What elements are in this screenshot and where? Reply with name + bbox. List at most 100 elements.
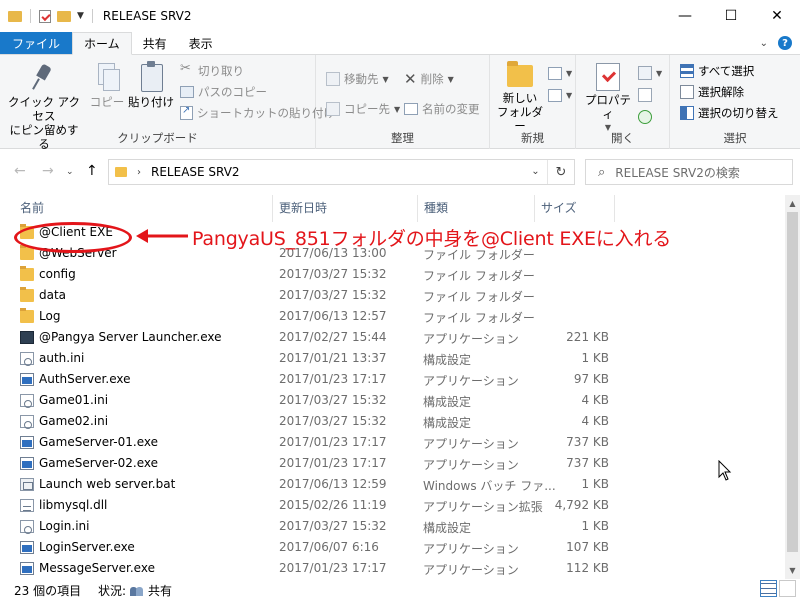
address-dropdown-chevron-icon[interactable]: ⌄ bbox=[524, 160, 548, 184]
details-view-icon[interactable] bbox=[760, 580, 777, 597]
history-button[interactable] bbox=[638, 107, 652, 127]
share-state: 状況: 共有 bbox=[98, 582, 172, 599]
select-none-button[interactable]: 選択解除 bbox=[680, 82, 744, 102]
refresh-icon[interactable]: ↻ bbox=[548, 165, 574, 180]
open-button[interactable]: ▼ bbox=[638, 63, 662, 83]
customize-toolbar-chevron-icon[interactable]: ▼ bbox=[77, 11, 84, 21]
file-type: ファイル フォルダー bbox=[423, 290, 535, 304]
file-size: 4 KB bbox=[581, 414, 609, 428]
minimize-button[interactable]: — bbox=[662, 0, 708, 32]
file-name: MessageServer.exe bbox=[39, 561, 155, 575]
file-row[interactable]: Login.ini 2017/03/27 15:32 構成設定 1 KB bbox=[0, 516, 785, 537]
new-folder-label-line2: フォルダー bbox=[497, 105, 543, 133]
select-all-button[interactable]: すべて選択 bbox=[680, 61, 754, 81]
paste-shortcut-button[interactable]: ショートカットの貼り付け bbox=[180, 103, 335, 123]
copy-to-icon bbox=[326, 102, 340, 116]
state-label: 状況: bbox=[98, 584, 127, 598]
properties-button[interactable]: プロパティ ▼ bbox=[580, 57, 636, 135]
up-arrow-icon[interactable]: ↑ bbox=[86, 163, 98, 179]
file-size: 737 KB bbox=[566, 435, 609, 449]
copy-path-icon bbox=[180, 86, 194, 98]
address-bar[interactable]: › RELEASE SRV2 ⌄ ↻ bbox=[108, 159, 575, 185]
file-name: Game02.ini bbox=[39, 414, 109, 428]
open-group: プロパティ ▼ ▼ 開く bbox=[576, 55, 670, 149]
column-header-name[interactable]: 名前 bbox=[14, 195, 273, 222]
search-input[interactable]: RELEASE SRV2の検索 bbox=[615, 164, 740, 181]
breadcrumb-chevron-icon[interactable]: › bbox=[137, 167, 141, 178]
file-row[interactable]: GameServer-02.exe 2017/01/23 17:17 アプリケーショ… bbox=[0, 453, 785, 474]
close-button[interactable]: ✕ bbox=[754, 0, 800, 32]
copy-button[interactable]: コピー bbox=[88, 57, 126, 109]
move-to-caret-icon: ▼ bbox=[382, 74, 389, 84]
scroll-down-arrow-icon[interactable]: ▼ bbox=[785, 562, 800, 579]
scroll-up-arrow-icon[interactable]: ▲ bbox=[785, 195, 800, 212]
folder-icon bbox=[20, 308, 34, 323]
folder-row[interactable]: Log 2017/06/13 12:57 ファイル フォルダー bbox=[0, 306, 785, 327]
file-type: アプリケーション bbox=[423, 458, 519, 472]
rename-button[interactable]: 名前の変更 bbox=[404, 99, 480, 119]
file-type: アプリケーション拡張 bbox=[423, 500, 543, 514]
new-group: 新しい フォルダー ▼ ▼ 新規 bbox=[490, 55, 576, 149]
folder-row[interactable]: data 2017/03/27 15:32 ファイル フォルダー bbox=[0, 285, 785, 306]
file-name: Log bbox=[39, 309, 61, 323]
new-folder-button[interactable]: 新しい フォルダー bbox=[494, 57, 546, 133]
invert-selection-button[interactable]: 選択の切り替え bbox=[680, 103, 779, 123]
easy-access-button[interactable]: ▼ bbox=[548, 85, 572, 105]
back-arrow-icon[interactable]: ← bbox=[14, 163, 26, 179]
file-row[interactable]: Game01.ini 2017/03/27 15:32 構成設定 4 KB bbox=[0, 390, 785, 411]
app-icon bbox=[20, 436, 34, 449]
file-row[interactable]: MessageServer.exe 2017/01/23 17:17 アプリケーショ… bbox=[0, 558, 785, 579]
file-type: 構成設定 bbox=[423, 395, 472, 409]
paste-button[interactable]: 貼り付け bbox=[128, 57, 174, 109]
select-all-icon bbox=[680, 64, 694, 78]
view-switcher bbox=[760, 580, 796, 597]
column-header-size[interactable]: サイズ bbox=[535, 195, 615, 222]
column-header-date[interactable]: 更新日時 bbox=[273, 195, 418, 222]
recent-locations-chevron-icon[interactable]: ⌄ bbox=[66, 167, 74, 177]
file-row[interactable]: libmysql.dll 2015/02/26 11:19 アプリケーション拡張 4,… bbox=[0, 495, 785, 516]
file-row[interactable]: auth.ini 2017/01/21 13:37 構成設定 1 KB bbox=[0, 348, 785, 369]
file-date: 2017/01/23 17:17 bbox=[279, 372, 387, 386]
folder-row[interactable]: config 2017/03/27 15:32 ファイル フォルダー bbox=[0, 264, 785, 285]
delete-button[interactable]: ✕ 削除 ▼ bbox=[404, 69, 454, 89]
move-to-button[interactable]: 移動先 ▼ bbox=[326, 69, 389, 89]
scrollbar-thumb[interactable] bbox=[787, 212, 798, 552]
file-row[interactable]: Game02.ini 2017/03/27 15:32 構成設定 4 KB bbox=[0, 411, 785, 432]
file-list: @Client EXE @WebServer 2017/06/13 13:00 ファイ… bbox=[0, 222, 785, 579]
file-size: 4 KB bbox=[581, 393, 609, 407]
large-icons-view-icon[interactable] bbox=[779, 580, 796, 597]
file-name: AuthServer.exe bbox=[39, 372, 131, 386]
breadcrumb-current[interactable]: RELEASE SRV2 bbox=[151, 165, 240, 179]
cut-button[interactable]: 切り取り bbox=[180, 61, 244, 81]
maximize-button[interactable]: ☐ bbox=[708, 0, 754, 32]
rename-icon bbox=[404, 103, 418, 115]
file-row[interactable]: GameServer-01.exe 2017/01/23 17:17 アプリケーショ… bbox=[0, 432, 785, 453]
file-row[interactable]: @Pangya Server Launcher.exe 2017/02/27 15… bbox=[0, 327, 785, 348]
new-item-button[interactable]: ▼ bbox=[548, 63, 572, 83]
column-header-type[interactable]: 種類 bbox=[418, 195, 535, 222]
properties-icon[interactable] bbox=[39, 9, 51, 23]
copy-path-button[interactable]: パスのコピー bbox=[180, 82, 267, 102]
help-icon[interactable]: ? bbox=[778, 36, 792, 50]
copy-to-button[interactable]: コピー先 ▼ bbox=[326, 99, 400, 119]
ribbon-right-controls: ⌄ ? bbox=[760, 32, 800, 54]
new-folder-icon[interactable] bbox=[57, 10, 71, 22]
file-date: 2017/03/27 15:32 bbox=[279, 414, 387, 428]
file-row[interactable]: AuthServer.exe 2017/01/23 17:17 アプリケーション 97… bbox=[0, 369, 785, 390]
file-type: 構成設定 bbox=[423, 521, 472, 535]
search-box[interactable]: ⌕ RELEASE SRV2の検索 bbox=[585, 159, 793, 185]
tab-view[interactable]: 表示 bbox=[178, 32, 224, 54]
edit-button[interactable] bbox=[638, 85, 652, 105]
tab-file[interactable]: ファイル bbox=[0, 32, 73, 54]
tab-share[interactable]: 共有 bbox=[132, 32, 178, 54]
organize-group-label: 整理 bbox=[391, 131, 414, 145]
file-date: 2017/03/27 15:32 bbox=[279, 288, 387, 302]
file-row[interactable]: LoginServer.exe 2017/06/07 6:16 アプリケーション 10… bbox=[0, 537, 785, 558]
shared-users-icon bbox=[130, 585, 144, 597]
file-row[interactable]: Launch web server.bat 2017/06/13 12:59 Win… bbox=[0, 474, 785, 495]
tab-home[interactable]: ホーム bbox=[72, 32, 132, 55]
move-to-icon bbox=[326, 72, 340, 86]
expand-ribbon-chevron-icon[interactable]: ⌄ bbox=[760, 38, 768, 49]
forward-arrow-icon[interactable]: → bbox=[42, 163, 54, 179]
vertical-scrollbar[interactable]: ▲ ▼ bbox=[785, 195, 800, 579]
